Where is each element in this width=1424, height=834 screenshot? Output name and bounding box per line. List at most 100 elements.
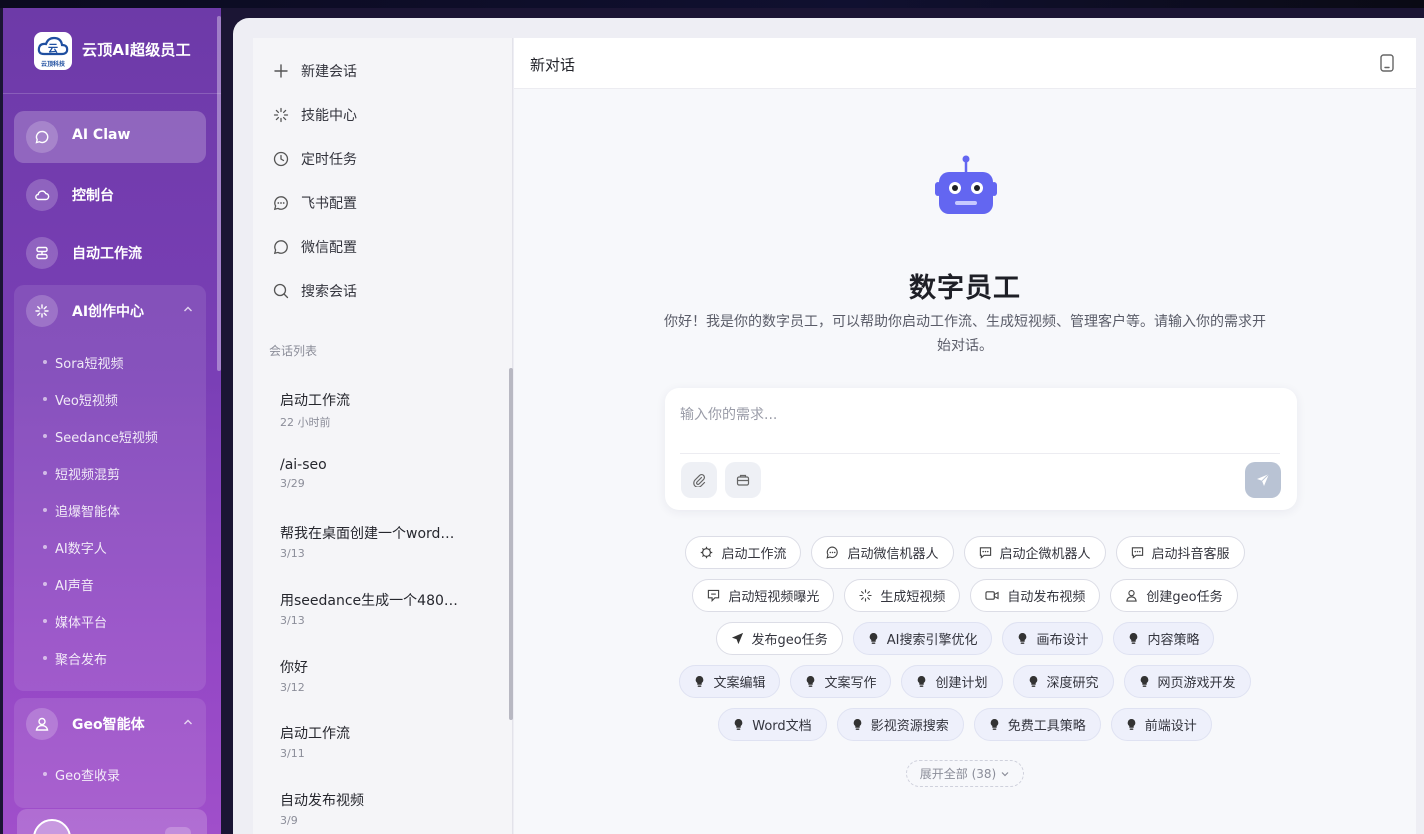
sidebar-item-console[interactable]: 控制台 [14,169,206,221]
bulb-icon [853,719,861,730]
user-menu-button[interactable] [165,827,191,834]
sidebar-subitem-video-mix[interactable]: 短视频混剪 [42,464,120,483]
clock-icon [273,151,289,167]
chevron-down-icon [1001,771,1009,776]
attach-button[interactable] [681,462,717,498]
menu-label: 飞书配置 [301,196,357,212]
sparkle-icon [26,295,58,327]
sidebar-subitem-media-platform[interactable]: 媒体平台 [42,612,107,631]
chip-web-game-dev[interactable]: 网页游戏开发 [1123,665,1251,698]
sidebar-subitem-aggregate-publish[interactable]: 聚合发布 [42,649,107,668]
chip-canvas-design[interactable]: 画布设计 [1002,622,1104,655]
chip-start-workflow[interactable]: 启动工作流 [685,536,802,569]
chip-start-douyin-service[interactable]: 启动抖音客服 [1115,536,1245,569]
chip-free-tool-strategy[interactable]: 免费工具策略 [973,708,1101,741]
skill-center-button[interactable]: 技能中心 [273,103,357,127]
brand-header: 云 云顶科技 云顶AI超级员工 [3,8,221,94]
sparkle-icon [273,107,289,123]
conversation-list-scrollbar[interactable] [509,368,513,720]
chat-area: 新对话 数字员工 你好！我是你的数字员工，可以帮助你启动工作流、生成短视频、管理… [514,38,1416,834]
conversation-time: 3/13 [280,547,305,560]
chip-copywriting[interactable]: 文案写作 [790,665,892,698]
chevron-up-icon[interactable] [182,716,194,728]
workflow-icon [26,237,58,269]
chip-row: 启动工作流 启动微信机器人 启动企微机器人 启动抖音客服 [514,536,1416,569]
conversation-title: 自动发布视频 [280,793,364,809]
svg-text:云: 云 [48,43,58,55]
chip-film-resource-search[interactable]: 影视资源搜索 [836,708,964,741]
chip-create-geo-task[interactable]: 创建geo任务 [1110,579,1238,612]
conversation-panel: 新建会话 技能中心 定时任务 飞书配置 微信配置 搜索会话 会话列表 启动工作流… [253,38,513,834]
chip-auto-publish-video[interactable]: 自动发布视频 [970,579,1101,612]
video-icon [985,591,999,600]
chip-create-plan[interactable]: 创建计划 [901,665,1003,698]
chevron-up-icon[interactable] [182,303,194,315]
sidebar-subitem-geo-index[interactable]: Geo查收录 [42,765,120,784]
new-conversation-button[interactable]: 新建会话 [273,59,357,83]
brand-logo: 云 云顶科技 [34,32,72,70]
search-conversations-button[interactable]: 搜索会话 [273,279,357,303]
chip-start-wecom-bot[interactable]: 启动企微机器人 [963,536,1106,569]
expand-all-button[interactable]: 展开全部 (38) [906,760,1024,787]
chip-copy-editing[interactable]: 文案编辑 [679,665,781,698]
chip-start-wechat-bot[interactable]: 启动微信机器人 [811,536,954,569]
conversation-item[interactable]: 帮我在桌面创建一个word… 3/13 [280,523,490,560]
conversation-item[interactable]: 启动工作流 3/11 [280,723,490,760]
send-icon [731,632,743,645]
person-icon [26,708,58,740]
sidebar-item-ai-claw[interactable]: AI Claw [14,111,206,163]
window-top-strip [0,0,1424,8]
mobile-device-icon[interactable] [1380,54,1394,72]
chip-label: 内容策略 [1147,633,1200,648]
sidebar-subitem-digital-human[interactable]: AI数字人 [43,538,107,557]
send-icon [1257,473,1270,486]
conversation-item[interactable]: 用seedance生成一个480… 3/13 [280,590,490,627]
chip-deep-research[interactable]: 深度研究 [1012,665,1114,698]
chip-label: 影视资源搜索 [870,719,949,734]
chip-row: 发布geo任务 AI搜索引擎优化 画布设计 内容策略 [514,622,1416,655]
sidebar-subitem-ai-voice[interactable]: AI声音 [43,575,94,594]
sidebar-item-ai-creation[interactable]: AI创作中心 [14,285,206,337]
chip-ai-seo[interactable]: AI搜索引擎优化 [852,622,993,655]
conversation-item[interactable]: 启动工作流 22 小时前 [280,390,490,430]
chip-label: 创建geo任务 [1146,590,1223,605]
chat-header: 新对话 [514,38,1416,89]
bulb-icon [1127,719,1136,730]
chip-start-video-exposure[interactable]: 启动短视频曝光 [692,579,835,612]
conversation-item[interactable]: /ai-seo 3/29 [280,457,490,490]
conversation-item[interactable]: 你好 3/12 [280,657,490,694]
sidebar-subitem-trend-agent[interactable]: 追爆智能体 [42,501,120,520]
chip-frontend-design[interactable]: 前端设计 [1110,708,1212,741]
conversation-title: 启动工作流 [280,726,350,742]
sidebar-item-label: 控制台 [72,188,114,204]
bulb-icon [696,676,704,687]
sidebar-subitem-seedance[interactable]: Seedance短视频 [43,427,158,446]
chip-generate-short-video[interactable]: 生成短视频 [844,579,961,612]
bulb-icon [1130,633,1138,644]
input-divider [680,453,1280,454]
chip-publish-geo-task[interactable]: 发布geo任务 [715,622,843,655]
send-button[interactable] [1245,462,1281,498]
sidebar-item-geo-agent[interactable]: Geo智能体 [14,698,206,750]
user-card[interactable] [17,809,207,834]
sidebar-item-label: 自动工作流 [72,246,142,262]
bulb-icon [869,633,878,644]
chip-content-strategy[interactable]: 内容策略 [1113,622,1215,655]
sidebar-subitem-sora[interactable]: Sora短视频 [43,353,124,372]
conversation-time: 3/12 [280,681,305,694]
wechat-config-button[interactable]: 微信配置 [273,235,357,259]
message-square-icon [979,547,991,559]
cloud-logo-icon: 云 [37,36,69,56]
conversation-time: 3/29 [280,477,305,490]
chip-word-document[interactable]: Word文档 [718,708,827,741]
scheduled-tasks-button[interactable]: 定时任务 [273,147,357,171]
toolbox-button[interactable] [725,462,761,498]
feishu-config-button[interactable]: 飞书配置 [273,191,357,215]
sidebar-item-workflow[interactable]: 自动工作流 [14,227,206,279]
chat-input[interactable] [680,400,1280,430]
chat-title: 新对话 [530,56,576,74]
conversation-item[interactable]: 自动发布视频 3/9 [280,790,490,827]
avatar[interactable] [33,819,71,834]
conversation-title: /ai-seo [280,457,327,473]
sidebar-subitem-veo[interactable]: Veo短视频 [43,390,118,409]
